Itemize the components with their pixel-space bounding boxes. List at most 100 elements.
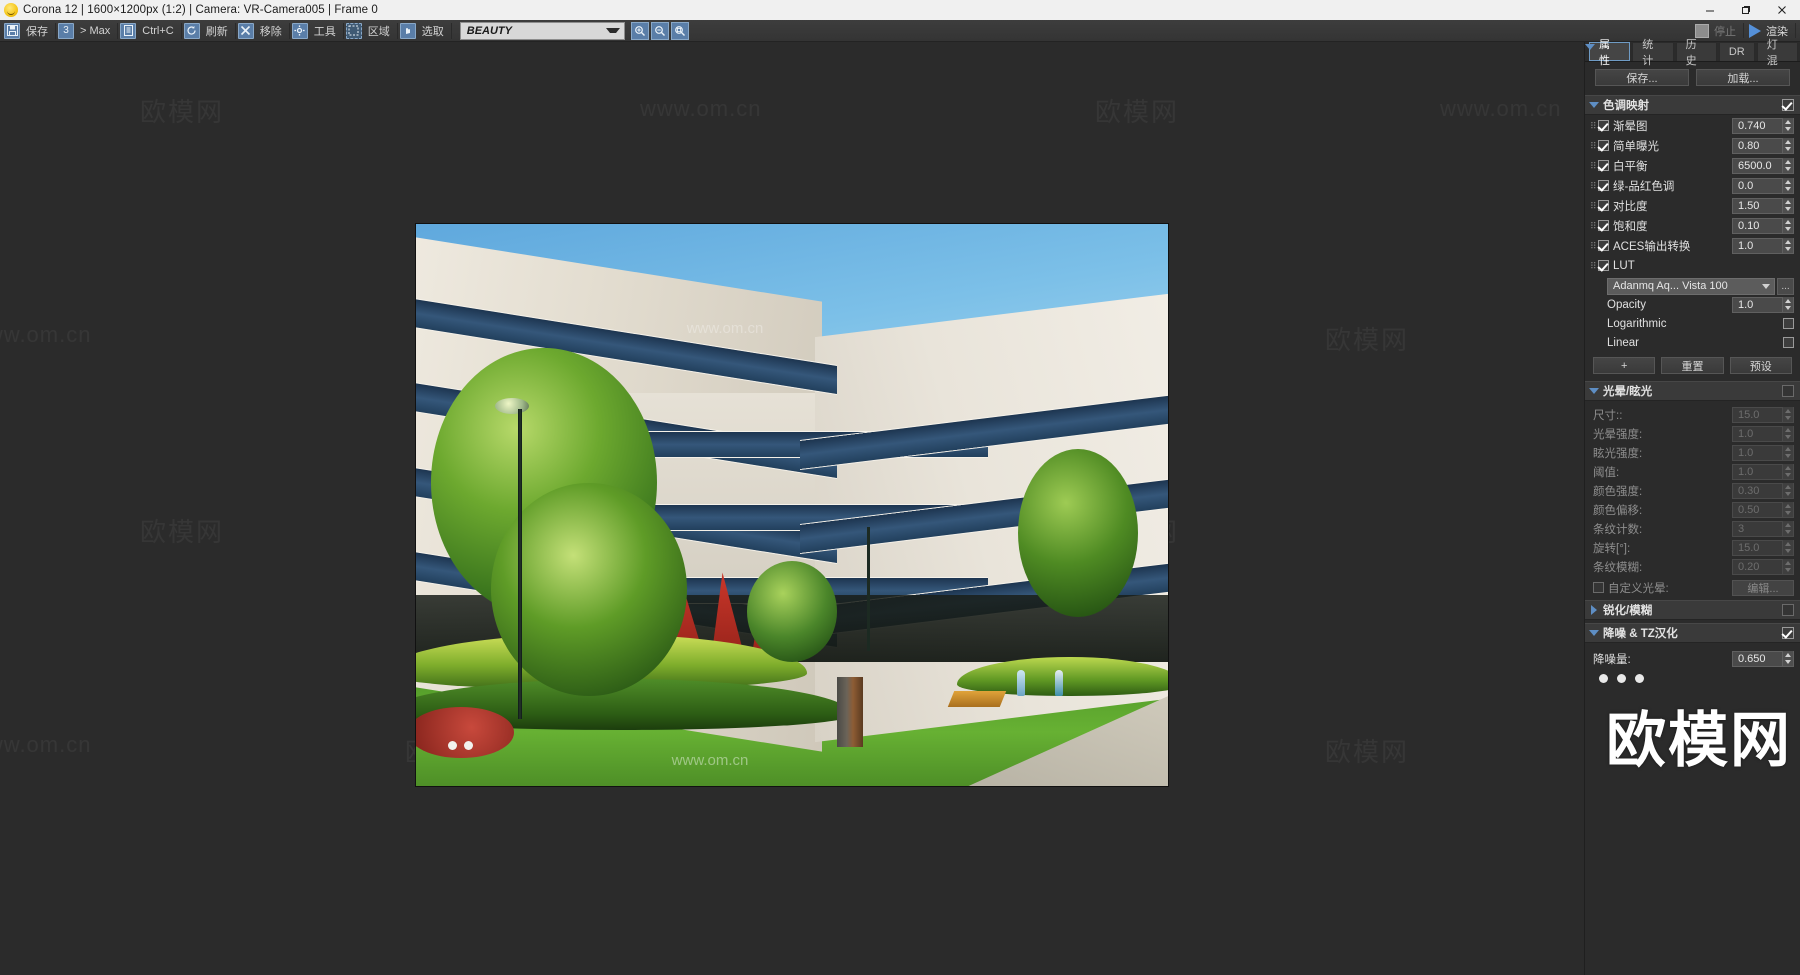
chevron-right-icon[interactable]: [1589, 605, 1599, 615]
tab-dr[interactable]: DR: [1718, 42, 1755, 61]
close-icon[interactable]: [1764, 0, 1800, 20]
add-operator-button[interactable]: +: [1593, 357, 1656, 374]
vignette-input[interactable]: [1733, 119, 1782, 132]
spinner-arrows[interactable]: [1782, 138, 1793, 153]
spinner-arrows[interactable]: [1782, 238, 1793, 253]
rotation-spinner[interactable]: [1732, 539, 1794, 556]
spinner-arrows[interactable]: [1782, 502, 1793, 517]
linear-checkbox[interactable]: [1783, 337, 1794, 348]
render-pass-select[interactable]: BEAUTY: [459, 21, 625, 40]
custom-bloom-edit-button[interactable]: 编辑...: [1732, 579, 1794, 596]
spinner-arrows[interactable]: [1782, 559, 1793, 574]
drag-handle-icon[interactable]: ⠿: [1590, 241, 1597, 250]
white-balance-spinner[interactable]: [1732, 157, 1794, 174]
spinner-arrows[interactable]: [1782, 521, 1793, 536]
spinner-arrows[interactable]: [1782, 297, 1793, 312]
spinner-arrows[interactable]: [1782, 426, 1793, 441]
section-header-denoise[interactable]: 降噪 & TZ汉化: [1585, 623, 1800, 643]
vignette-spinner[interactable]: [1732, 117, 1794, 134]
spinner-arrows[interactable]: [1782, 464, 1793, 479]
send-to-max-button[interactable]: 3 > Max: [56, 21, 119, 41]
simple-exposure-checkbox[interactable]: [1598, 140, 1609, 151]
vignette-checkbox[interactable]: [1598, 120, 1609, 131]
lut-opacity-spinner[interactable]: [1732, 296, 1794, 313]
color-shift-spinner[interactable]: [1732, 501, 1794, 518]
minimize-icon[interactable]: [1692, 0, 1728, 20]
chevron-down-icon[interactable]: [1589, 386, 1599, 396]
sharpen-blur-enable-checkbox[interactable]: [1782, 604, 1794, 616]
contrast-input[interactable]: [1733, 199, 1782, 212]
color-intensity-input[interactable]: [1733, 484, 1782, 497]
spinner-arrows[interactable]: [1782, 218, 1793, 233]
lut-select[interactable]: Adanmq Aq... Vista 100: [1607, 277, 1775, 295]
spinner-arrows[interactable]: [1782, 158, 1793, 173]
streak-blur-input[interactable]: [1733, 560, 1782, 573]
spinner-arrows[interactable]: [1782, 540, 1793, 555]
copy-button[interactable]: Ctrl+C: [118, 21, 183, 41]
drag-handle-icon[interactable]: ⠿: [1590, 201, 1597, 210]
spinner-arrows[interactable]: [1782, 198, 1793, 213]
saturation-input[interactable]: [1733, 219, 1782, 232]
drag-handle-icon[interactable]: ⠿: [1590, 141, 1597, 150]
spinner-arrows[interactable]: [1782, 445, 1793, 460]
rotation-input[interactable]: [1733, 541, 1782, 554]
spinner-arrows[interactable]: [1782, 118, 1793, 133]
green-magenta-tint-input[interactable]: [1733, 179, 1782, 192]
color-intensity-spinner[interactable]: [1732, 482, 1794, 499]
refresh-button[interactable]: 刷新: [182, 21, 236, 41]
aces-output-transform-checkbox[interactable]: [1598, 240, 1609, 251]
drag-handle-icon[interactable]: ⠿: [1590, 221, 1597, 230]
section-header-sharpen-blur[interactable]: 锐化/模糊: [1585, 600, 1800, 620]
tools-button[interactable]: 工具: [290, 21, 344, 41]
custom-bloom-checkbox[interactable]: [1593, 582, 1604, 593]
contrast-checkbox[interactable]: [1598, 200, 1609, 211]
section-header-tonemapping[interactable]: 色调映射: [1585, 95, 1800, 115]
streak-blur-spinner[interactable]: [1732, 558, 1794, 575]
drag-handle-icon[interactable]: ⠿: [1590, 121, 1597, 130]
region-button[interactable]: 区域: [344, 21, 398, 41]
maximize-icon[interactable]: [1728, 0, 1764, 20]
drag-handle-icon[interactable]: ⠿: [1590, 181, 1597, 190]
tab-history[interactable]: 历史: [1675, 39, 1717, 67]
denoise-amount-input[interactable]: [1733, 652, 1782, 665]
tab-lightmix[interactable]: 灯混: [1756, 39, 1799, 67]
aces-output-transform-spinner[interactable]: [1732, 237, 1794, 254]
bloom-intensity-input[interactable]: [1733, 427, 1782, 440]
denoise-enable-checkbox[interactable]: [1782, 627, 1794, 639]
simple-exposure-input[interactable]: [1733, 139, 1782, 152]
lut-opacity-input[interactable]: [1733, 298, 1782, 311]
threshold-spinner[interactable]: [1732, 463, 1794, 480]
simple-exposure-spinner[interactable]: [1732, 137, 1794, 154]
bloom-intensity-spinner[interactable]: [1732, 425, 1794, 442]
threshold-input[interactable]: [1733, 465, 1782, 478]
logarithmic-checkbox[interactable]: [1783, 318, 1794, 329]
tab-properties[interactable]: 属性: [1589, 39, 1631, 67]
tonemapping-enable-checkbox[interactable]: [1782, 99, 1794, 111]
green-magenta-tint-checkbox[interactable]: [1598, 180, 1609, 191]
glare-intensity-spinner[interactable]: [1732, 444, 1794, 461]
bloom-size-input[interactable]: [1733, 408, 1782, 421]
lut-checkbox[interactable]: [1598, 260, 1609, 271]
streak-count-spinner[interactable]: [1732, 520, 1794, 537]
section-header-bloom-glare[interactable]: 光晕/眩光: [1585, 381, 1800, 401]
remove-button[interactable]: 移除: [236, 21, 290, 41]
spinner-arrows[interactable]: [1782, 407, 1793, 422]
save-preset-button[interactable]: 保存...: [1595, 69, 1689, 86]
zoom-fit-icon[interactable]: [670, 21, 689, 40]
spinner-arrows[interactable]: [1782, 178, 1793, 193]
contrast-spinner[interactable]: [1732, 197, 1794, 214]
saturation-checkbox[interactable]: [1598, 220, 1609, 231]
save-button[interactable]: 保存: [2, 21, 56, 41]
drag-handle-icon[interactable]: ⠿: [1590, 161, 1597, 170]
white-balance-checkbox[interactable]: [1598, 160, 1609, 171]
chevron-down-icon[interactable]: [1589, 628, 1599, 638]
zoom-out-icon[interactable]: [650, 21, 669, 40]
rendered-image[interactable]: www.om.cn www.om.cn: [416, 224, 1168, 786]
drag-handle-icon[interactable]: ⠿: [1590, 261, 1597, 270]
spinner-arrows[interactable]: [1782, 651, 1793, 666]
spinner-arrows[interactable]: [1782, 483, 1793, 498]
streak-count-input[interactable]: [1733, 522, 1782, 535]
aces-output-transform-input[interactable]: [1733, 239, 1782, 252]
render-canvas[interactable]: 欧模网 www.om.cn 欧模网 www.om.cn www.om.cn ww…: [0, 42, 1584, 975]
green-magenta-tint-spinner[interactable]: [1732, 177, 1794, 194]
